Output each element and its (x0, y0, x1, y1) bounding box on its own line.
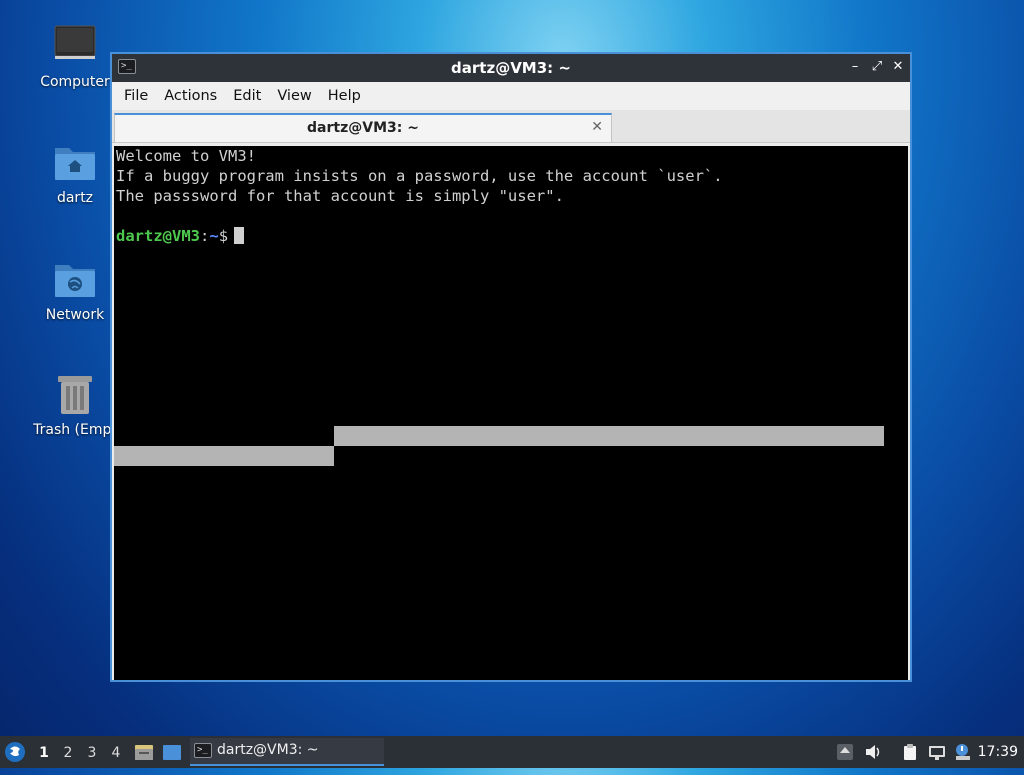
desktop-icon-network[interactable]: Network (27, 257, 123, 323)
desktop-icon (163, 745, 181, 760)
prompt-symbol: $ (218, 227, 229, 245)
prompt-line: dartz@VM3:~$ (116, 226, 245, 246)
tab-close-icon[interactable]: ✕ (591, 119, 603, 135)
menu-bar: File Actions Edit View Help (112, 82, 910, 110)
tab-terminal[interactable]: dartz@VM3: ~ ✕ (114, 113, 612, 142)
terminal-window: >_ dartz@VM3: ~ – ⤢ ✕ File Actions Edit … (110, 52, 912, 682)
app-menu-icon (5, 742, 25, 762)
start-menu-button[interactable] (4, 736, 28, 768)
menu-view[interactable]: View (269, 88, 319, 104)
workspace-2[interactable]: 2 (57, 742, 79, 764)
trash-icon (53, 372, 97, 416)
close-button[interactable]: ✕ (889, 58, 907, 76)
menu-actions[interactable]: Actions (156, 88, 225, 104)
selection-highlight (334, 426, 884, 446)
desktop-icon-label: Computer (40, 74, 110, 90)
terminal-line: If a buggy program insists on a password… (116, 167, 723, 185)
desktop-icon-label: Network (45, 307, 105, 323)
prompt-path: ~ (209, 227, 219, 245)
menu-file[interactable]: File (116, 88, 156, 104)
minimize-button[interactable]: – (846, 58, 864, 76)
workspace-4[interactable]: 4 (105, 742, 127, 764)
monitor-icon (53, 24, 97, 68)
notification-icon[interactable] (954, 743, 972, 761)
terminal-output[interactable]: Welcome to VM3! If a buggy program insis… (114, 146, 908, 680)
terminal-line: The passsword for that account is simply… (116, 187, 564, 205)
clipboard-icon[interactable] (901, 743, 919, 761)
maximize-button[interactable]: ⤢ (868, 58, 886, 76)
workspace-1[interactable]: 1 (33, 742, 55, 764)
taskbar: 1 2 3 4 >_ dartz@VM3: ~ 17:39 (0, 736, 1024, 768)
home-folder-icon (53, 140, 97, 184)
selection-highlight (114, 446, 334, 466)
update-icon[interactable] (836, 743, 854, 761)
task-label: dartz@VM3: ~ (217, 742, 319, 758)
network-folder-icon (53, 257, 97, 301)
tab-bar: dartz@VM3: ~ ✕ (112, 110, 910, 143)
text-cursor (234, 227, 245, 244)
workspace-3[interactable]: 3 (81, 742, 103, 764)
taskbar-task-terminal[interactable]: >_ dartz@VM3: ~ (190, 738, 384, 766)
tab-label: dartz@VM3: ~ (307, 120, 419, 136)
clock[interactable]: 17:39 (978, 736, 1018, 768)
network-icon[interactable] (928, 743, 946, 761)
show-desktop-launcher[interactable] (162, 736, 184, 768)
volume-icon[interactable] (864, 743, 882, 761)
menu-help[interactable]: Help (320, 88, 369, 104)
desktop-icon-label: Trash (Empt (33, 422, 117, 438)
desktop-icon-home[interactable]: dartz (27, 140, 123, 206)
file-manager-launcher[interactable] (134, 736, 156, 768)
terminal-line: Welcome to VM3! (116, 147, 256, 165)
window-title: dartz@VM3: ~ (451, 59, 571, 77)
window-titlebar[interactable]: >_ dartz@VM3: ~ – ⤢ ✕ (112, 54, 910, 82)
prompt-user-host: dartz@VM3 (116, 227, 200, 245)
desktop-icon-computer[interactable]: Computer (27, 24, 123, 90)
desktop-icon-trash[interactable]: Trash (Empt (27, 372, 123, 438)
prompt-separator: : (200, 227, 210, 245)
desktop-icon-label: dartz (56, 190, 94, 206)
menu-edit[interactable]: Edit (225, 88, 269, 104)
file-manager-icon (135, 745, 153, 760)
terminal-icon: >_ (194, 743, 212, 758)
